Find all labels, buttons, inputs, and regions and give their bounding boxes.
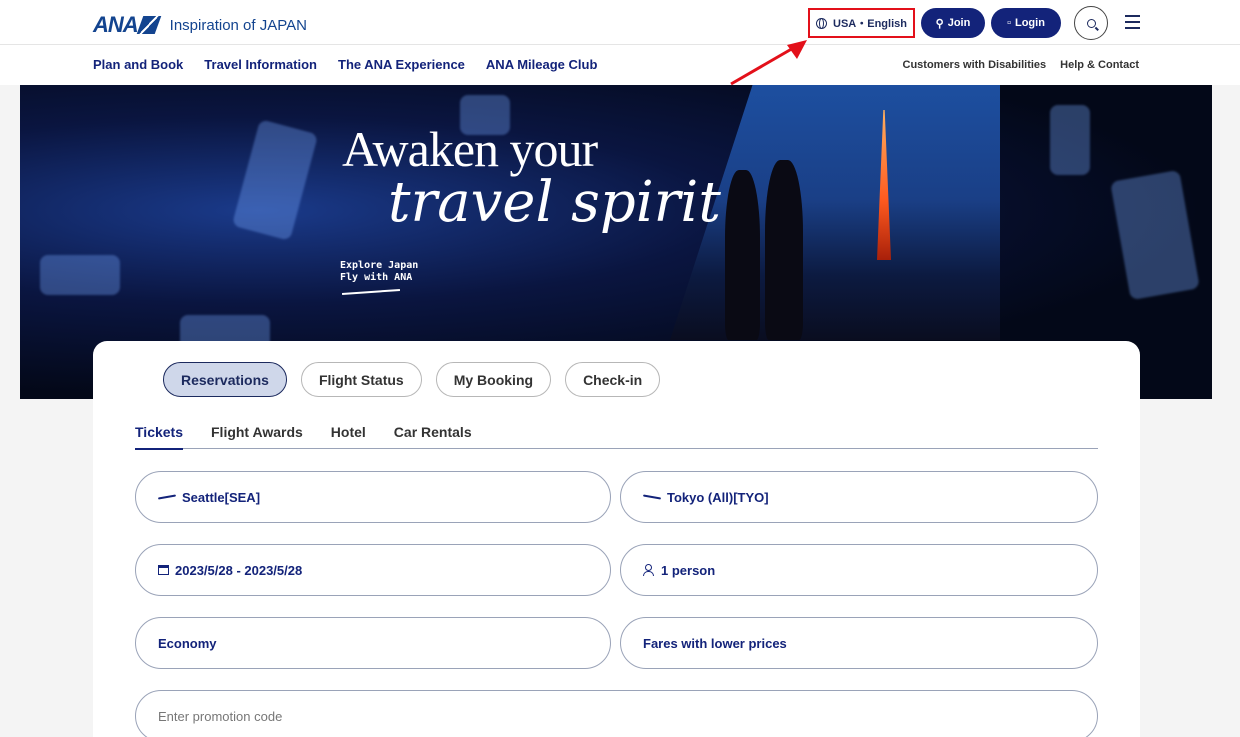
login-label: Login	[1014, 17, 1045, 29]
nav-plan-and-book[interactable]: Plan and Book	[93, 57, 183, 72]
date-value: 2023/5/28 - 2023/5/28	[175, 562, 303, 578]
origin-field[interactable]: Seattle[SEA]	[135, 471, 611, 523]
tab-tickets[interactable]: Tickets	[135, 424, 183, 450]
search-button[interactable]	[1074, 6, 1108, 40]
booking-widget: Reservations Flight Status My Booking Ch…	[93, 341, 1140, 737]
nav-mileage-club[interactable]: ANA Mileage Club	[486, 57, 597, 72]
person-silhouette	[725, 170, 760, 340]
tab-flight-awards[interactable]: Flight Awards	[211, 424, 303, 449]
hero-sub-line1: Explore Japan	[340, 260, 419, 271]
hero-subtitle: Explore Japan Fly with ANA	[340, 260, 418, 284]
nav-help-contact[interactable]: Help & Contact	[1060, 59, 1139, 71]
tab-my-booking[interactable]: My Booking	[435, 362, 552, 397]
nav-ana-experience[interactable]: The ANA Experience	[338, 57, 465, 72]
hero-title-line2: travel spirit	[388, 170, 721, 235]
passenger-field[interactable]: 1 person	[620, 544, 1098, 596]
nav-customers-with-disabilities[interactable]: Customers with Disabilities	[903, 59, 1047, 71]
person-silhouette	[765, 160, 803, 340]
nav-travel-information[interactable]: Travel Information	[204, 57, 317, 72]
search-icon	[1086, 18, 1096, 28]
promo-code-field[interactable]	[135, 690, 1098, 737]
destination-field[interactable]: Tokyo (All)[TYO]	[620, 471, 1098, 523]
locale-selector-button[interactable]: USA・English	[808, 8, 915, 38]
user-icon: ⚲	[935, 17, 944, 30]
secondary-nav: Customers with Disabilities Help & Conta…	[903, 59, 1140, 71]
red-arrow-annotation	[730, 40, 807, 86]
globe-icon	[816, 17, 828, 29]
login-button[interactable]: ▫ Login	[991, 8, 1061, 38]
date-field[interactable]: 2023/5/28 - 2023/5/28	[135, 544, 611, 596]
destination-value: Tokyo (All)[TYO]	[667, 489, 769, 505]
tab-reservations[interactable]: Reservations	[163, 362, 287, 397]
locale-label: USA・English	[833, 18, 907, 30]
calendar-icon	[158, 565, 169, 575]
ana-logo[interactable]: ANA Inspiration of JAPAN	[93, 12, 307, 38]
top-header: ANA Inspiration of JAPAN USA・English ⚲ J…	[0, 0, 1240, 45]
passenger-icon	[643, 564, 655, 576]
tab-flight-status[interactable]: Flight Status	[300, 362, 422, 397]
tab-check-in[interactable]: Check-in	[565, 362, 661, 397]
fare-type-value: Fares with lower prices	[643, 635, 787, 651]
origin-value: Seattle[SEA]	[182, 489, 261, 505]
join-label: Join	[947, 17, 971, 29]
tab-hotel[interactable]: Hotel	[331, 424, 366, 449]
main-navigation: Plan and Book Travel Information The ANA…	[0, 45, 1240, 85]
departure-plane-icon	[158, 494, 176, 500]
hero-light-decoration	[40, 255, 120, 295]
tab-car-rentals[interactable]: Car Rentals	[394, 424, 472, 449]
airplane-icon	[342, 288, 400, 296]
hamburger-menu-button[interactable]	[1125, 15, 1140, 29]
promo-code-input[interactable]	[158, 708, 1058, 724]
logo-tagline: Inspiration of JAPAN	[169, 16, 307, 34]
menu-bar	[1125, 21, 1140, 23]
reservation-type-tabs: Tickets Flight Awards Hotel Car Rentals	[135, 424, 1098, 450]
cabin-class-value: Economy	[158, 635, 217, 651]
menu-bar	[1125, 15, 1140, 17]
logo-mark-icon	[136, 16, 161, 34]
join-button[interactable]: ⚲ Join	[921, 8, 985, 38]
cabin-class-field[interactable]: Economy	[135, 617, 611, 669]
hero-light-decoration	[231, 119, 319, 241]
booking-mode-tabs: Reservations Flight Status My Booking Ch…	[163, 362, 661, 397]
passenger-value: 1 person	[661, 562, 716, 578]
arrival-plane-icon	[643, 494, 661, 500]
primary-nav: Plan and Book Travel Information The ANA…	[93, 57, 597, 72]
fare-type-field[interactable]: Fares with lower prices	[620, 617, 1098, 669]
hero-light-decoration	[1050, 105, 1090, 175]
login-icon: ▫	[1007, 17, 1011, 29]
hero-sub-line2: Fly with ANA	[340, 272, 413, 283]
logo-wordmark: ANA	[93, 12, 139, 37]
hero-light-decoration	[1110, 169, 1200, 301]
menu-bar	[1125, 27, 1140, 29]
